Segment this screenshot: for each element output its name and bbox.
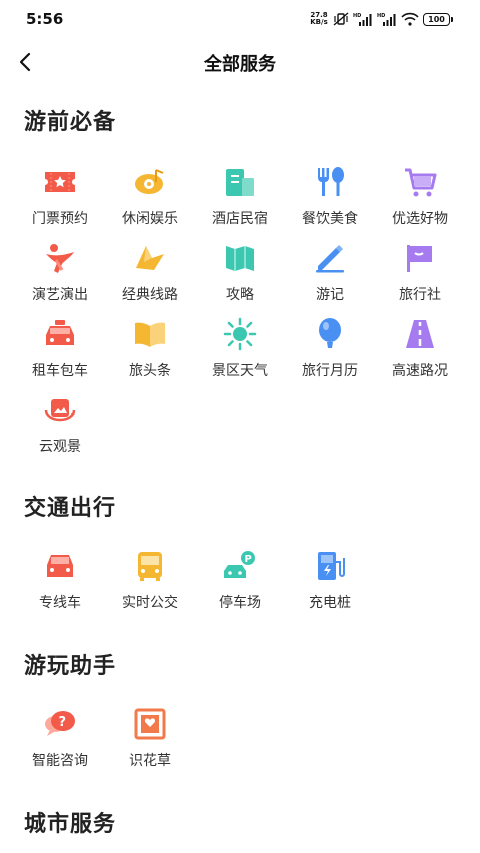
service-label: 高速路况 <box>392 363 448 379</box>
service-parking[interactable]: P 停车场 <box>195 548 285 614</box>
service-guide[interactable]: 攻略 <box>195 240 285 306</box>
sun-icon <box>223 317 257 351</box>
service-shuttle-bus[interactable]: 专线车 <box>15 548 105 614</box>
hotel-icon <box>226 169 254 196</box>
section-title: 游前必备 <box>24 110 117 135</box>
service-label: 智能咨询 <box>32 753 88 769</box>
service-label: 旅头条 <box>129 363 171 379</box>
pen-note-icon <box>316 245 344 273</box>
service-travel-agency[interactable]: 旅行社 <box>375 240 465 306</box>
highway-icon <box>406 320 434 348</box>
service-cloud-viewing[interactable]: 云观景 <box>15 392 105 458</box>
service-label: 优选好物 <box>392 211 448 227</box>
service-label: 休闲娱乐 <box>122 211 178 227</box>
service-label: 停车场 <box>219 595 261 611</box>
network-speed-unit: KB/s <box>310 18 328 26</box>
flag-icon <box>407 245 432 272</box>
charging-station-icon <box>318 552 345 580</box>
service-scenic-weather[interactable]: 景区天气 <box>195 316 285 382</box>
service-travel-headlines[interactable]: 旅头条 <box>105 316 195 382</box>
cloud-view-icon <box>44 399 76 422</box>
parking-icon: P <box>224 551 255 578</box>
service-leisure[interactable]: 休闲娱乐 <box>105 164 195 230</box>
performer-icon <box>46 244 74 273</box>
fork-spoon-icon <box>318 167 344 196</box>
service-label: 餐饮美食 <box>302 211 358 227</box>
service-label: 门票预约 <box>32 211 88 227</box>
service-dining[interactable]: 餐饮美食 <box>285 164 375 230</box>
service-ticket-booking[interactable]: 门票预约 <box>15 164 105 230</box>
taxi-icon <box>46 320 74 345</box>
bus-icon <box>138 552 162 581</box>
service-label: 演艺演出 <box>32 287 88 303</box>
service-label: 旅行月历 <box>302 363 358 379</box>
route-arrow-icon <box>136 246 164 270</box>
balloon-icon <box>319 318 341 348</box>
service-plant-identify[interactable]: 识花草 <box>105 706 195 772</box>
section-transportation: 交通出行 专线车 实时公交 P 停车场 充电桩 <box>0 490 480 620</box>
flower-scan-icon <box>134 708 166 740</box>
svg-text:P: P <box>245 554 252 565</box>
section-city-services: 城市服务 <box>0 806 480 846</box>
chat-question-icon: ? <box>45 711 75 736</box>
service-label: 租车包车 <box>32 363 88 379</box>
page-title: 全部服务 <box>204 54 276 75</box>
car-icon <box>47 555 73 577</box>
service-label: 酒店民宿 <box>212 211 268 227</box>
signal-icon: HD <box>353 13 372 26</box>
service-label: 攻略 <box>226 287 254 303</box>
service-label: 专线车 <box>39 595 81 611</box>
service-realtime-bus[interactable]: 实时公交 <box>105 548 195 614</box>
map-guide-icon <box>226 246 254 271</box>
service-car-rental[interactable]: 租车包车 <box>15 316 105 382</box>
service-label: 游记 <box>316 287 344 303</box>
service-label: 经典线路 <box>122 287 178 303</box>
ticket-icon <box>45 172 75 192</box>
service-travel-notes[interactable]: 游记 <box>285 240 375 306</box>
vibrate-mute-icon <box>333 12 349 26</box>
svg-text:HD: HD <box>377 13 385 19</box>
battery-indicator: 100 <box>423 12 453 26</box>
service-performance[interactable]: 演艺演出 <box>15 240 105 306</box>
service-classic-routes[interactable]: 经典线路 <box>105 240 195 306</box>
service-shopping[interactable]: 优选好物 <box>375 164 465 230</box>
service-smart-consult[interactable]: ? 智能咨询 <box>15 706 105 772</box>
service-label: 旅行社 <box>399 287 441 303</box>
section-travel-assistant: 游玩助手 ? 智能咨询 识花草 <box>0 648 480 778</box>
service-label: 云观景 <box>39 439 81 455</box>
service-highway-conditions[interactable]: 高速路况 <box>375 316 465 382</box>
section-title: 城市服务 <box>24 812 117 837</box>
service-label: 充电桩 <box>309 595 351 611</box>
svg-text:HD: HD <box>353 13 361 19</box>
service-label: 景区天气 <box>212 363 268 379</box>
shopping-cart-icon <box>405 168 437 197</box>
signal-icon-2: HD <box>377 13 396 26</box>
status-time: 5:56 <box>26 10 64 28</box>
music-disc-icon <box>135 169 164 194</box>
svg-text:?: ? <box>59 715 67 730</box>
service-label: 识花草 <box>129 753 171 769</box>
service-charging-station[interactable]: 充电桩 <box>285 548 375 614</box>
service-hotel[interactable]: 酒店民宿 <box>195 164 285 230</box>
section-travel-essentials: 游前必备 门票预约 休闲娱乐 酒店民宿 餐饮美食 优选好物 演艺演出 经典线路 … <box>0 104 480 455</box>
service-travel-calendar[interactable]: 旅行月历 <box>285 316 375 382</box>
status-icons: 27.8 KB/s HD HD 100 <box>309 11 453 27</box>
wifi-icon <box>401 12 419 26</box>
open-book-icon <box>135 322 165 347</box>
section-title: 交通出行 <box>24 496 117 521</box>
service-label: 实时公交 <box>122 595 178 611</box>
section-title: 游玩助手 <box>24 654 117 679</box>
network-speed: 27.8 KB/s <box>309 12 329 26</box>
nav-bar: 全部服务 <box>0 40 480 84</box>
status-bar: 5:56 27.8 KB/s HD HD 100 <box>0 0 480 40</box>
